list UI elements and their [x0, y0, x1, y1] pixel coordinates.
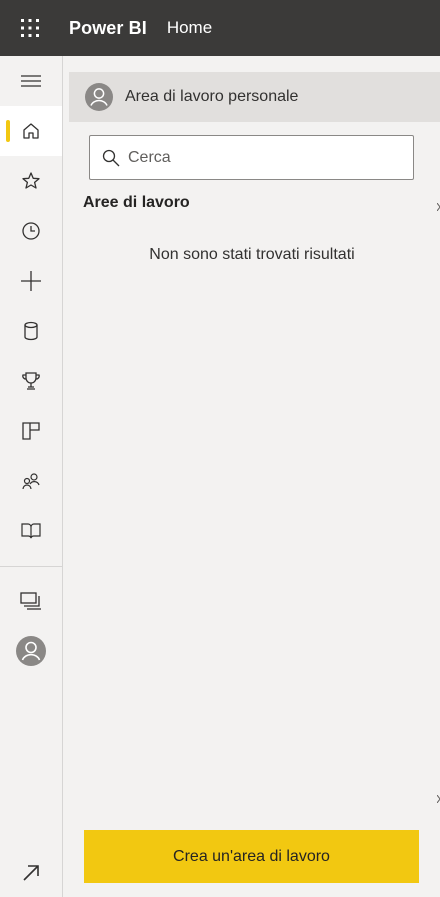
workspaces-heading: Aree di lavoro — [83, 194, 190, 211]
apps-icon — [22, 422, 40, 440]
nav-item-recent[interactable] — [0, 206, 62, 256]
nav-item-learn[interactable] — [0, 506, 62, 556]
nav-expand-button[interactable] — [0, 848, 62, 897]
avatar-icon — [85, 83, 113, 111]
top-bar: Power BI Home — [0, 0, 440, 56]
workspaces-panel: Area di lavoro personale Aree di lavoro … — [64, 56, 440, 897]
trophy-icon — [22, 372, 40, 390]
app-launcher-button[interactable] — [0, 0, 60, 56]
clock-icon — [22, 222, 40, 240]
nav-item-datasets[interactable] — [0, 306, 62, 356]
rail-divider — [0, 566, 62, 567]
hamburger-icon — [21, 75, 41, 87]
search-icon — [102, 149, 120, 166]
personal-workspace-label: Area di lavoro personale — [125, 88, 299, 105]
app-name[interactable]: Power BI — [69, 18, 147, 39]
nav-item-favorites[interactable] — [0, 156, 62, 206]
cylinder-icon — [24, 321, 38, 341]
home-icon — [23, 123, 39, 139]
waffle-icon — [21, 19, 39, 37]
search-box — [89, 135, 414, 180]
breadcrumb-home[interactable]: Home — [167, 18, 212, 38]
nav-rail — [0, 56, 63, 897]
nav-item-workspaces[interactable] — [0, 576, 62, 626]
empty-results-message: Non sono stati trovati risultati — [149, 246, 355, 263]
nav-item-shared[interactable] — [0, 456, 62, 506]
star-icon — [22, 172, 40, 189]
nav-item-goals[interactable] — [0, 356, 62, 406]
nav-item-apps[interactable] — [0, 406, 62, 456]
nav-item-my-workspace[interactable] — [0, 626, 62, 676]
workspaces-icon — [20, 592, 41, 610]
create-workspace-button[interactable]: Crea un'area di lavoro — [84, 830, 419, 883]
plus-icon — [21, 271, 41, 291]
nav-menu-button[interactable] — [0, 56, 62, 106]
personal-workspace-item[interactable]: Area di lavoro personale — [69, 72, 440, 122]
book-icon — [21, 523, 41, 539]
avatar-icon — [16, 636, 46, 666]
nav-item-create[interactable] — [0, 256, 62, 306]
arrow-up-right-icon — [23, 865, 39, 881]
search-input[interactable] — [128, 148, 398, 167]
nav-item-home[interactable] — [0, 106, 62, 156]
people-icon — [22, 473, 40, 490]
